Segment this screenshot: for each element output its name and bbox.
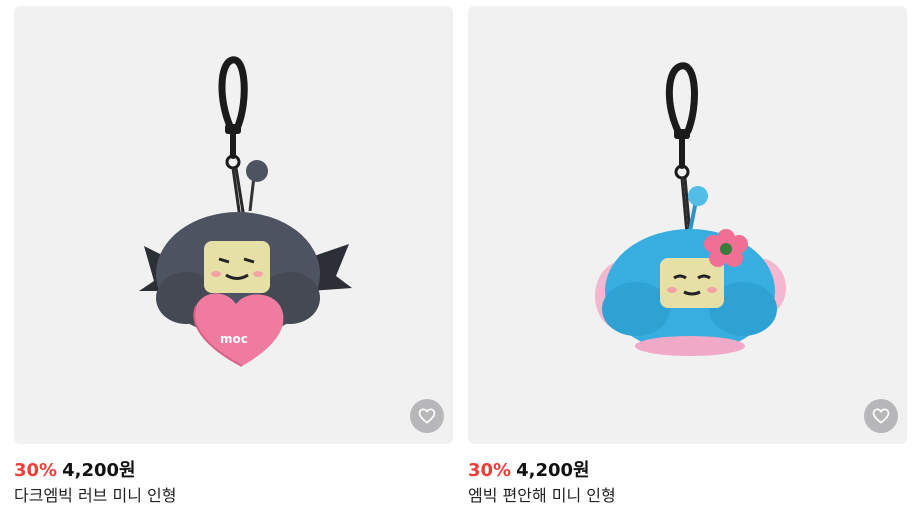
sale-price: 4,200원: [516, 460, 590, 481]
svg-text:moc: moc: [220, 332, 248, 346]
wishlist-button[interactable]: [410, 399, 444, 433]
product-image[interactable]: [468, 6, 907, 444]
price-row: 30% 4,200원: [468, 456, 907, 481]
wishlist-button[interactable]: [864, 399, 898, 433]
blue-plush-keyring-image: [595, 62, 786, 356]
product-name[interactable]: 엠빅 편안해 미니 인형: [468, 482, 907, 506]
dark-plush-keyring-image: moc: [139, 56, 352, 367]
discount-rate: 30%: [468, 460, 512, 481]
sale-price: 4,200원: [62, 460, 136, 481]
product-card[interactable]: moc 30% 4,200원 다크엠빅 러브 미니 인형: [14, 6, 453, 506]
product-image[interactable]: moc: [14, 6, 453, 444]
heart-outline-icon: [872, 408, 890, 424]
product-card[interactable]: 30% 4,200원 엠빅 편안해 미니 인형: [468, 6, 907, 506]
product-name[interactable]: 다크엠빅 러브 미니 인형: [14, 482, 453, 506]
price-row: 30% 4,200원: [14, 456, 453, 481]
heart-outline-icon: [418, 408, 436, 424]
discount-rate: 30%: [14, 460, 58, 481]
